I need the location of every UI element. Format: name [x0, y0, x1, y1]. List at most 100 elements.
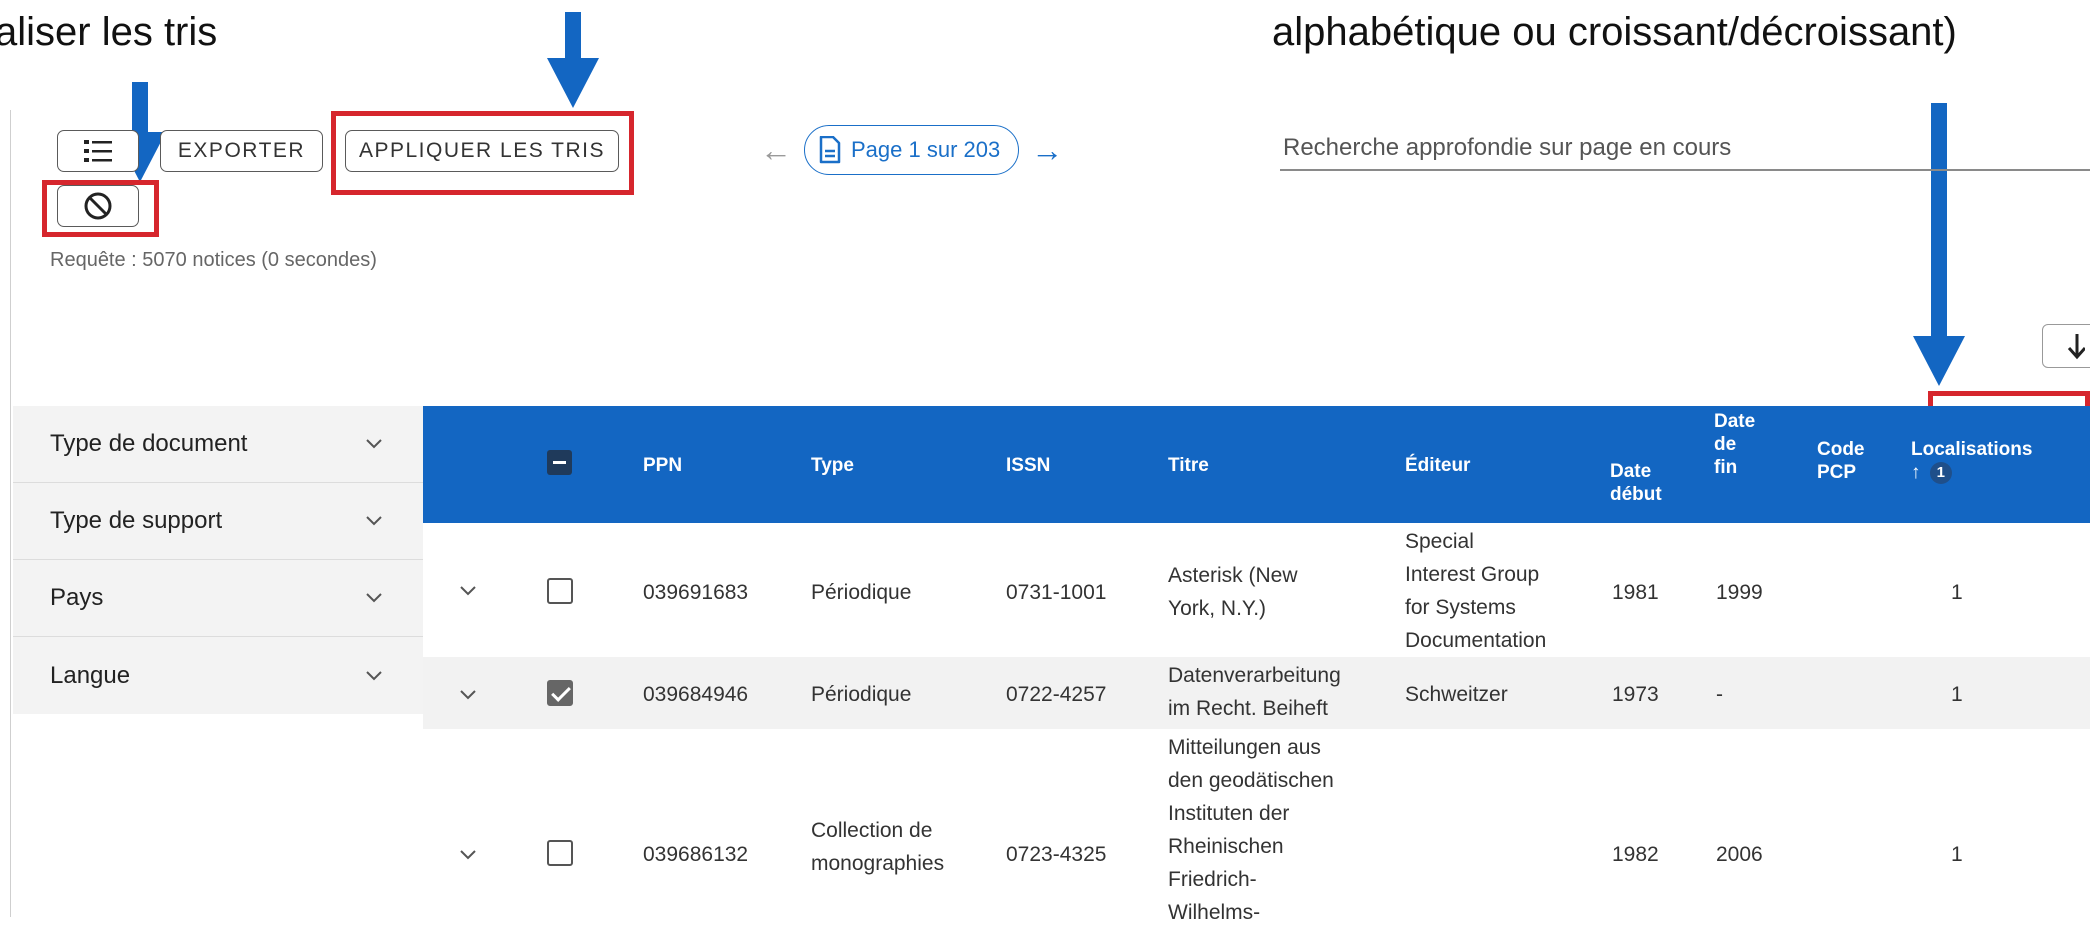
cell-type: Périodique	[811, 581, 912, 604]
cell-editeur: Schweitzer	[1405, 683, 1508, 706]
filter-label: Type de support	[50, 507, 223, 534]
list-icon	[84, 140, 112, 162]
col-header-line: PCP	[1817, 462, 1857, 483]
table-row[interactable]: 039691683 Périodique 0731-1001 Asterisk …	[423, 523, 2090, 657]
col-header-code-pcp[interactable]: Code PCP	[1817, 438, 1865, 484]
col-header-line: Date	[1610, 461, 1652, 482]
filter-label: Type de document	[50, 430, 248, 457]
next-page-button[interactable]: →	[1031, 134, 1063, 166]
cell-date-debut: 1982	[1612, 843, 1659, 866]
cell-issn: 0722-4257	[1006, 683, 1107, 706]
cell-ppn: 039686132	[643, 843, 749, 866]
filter-pays[interactable]: Pays	[13, 560, 423, 637]
query-info: Requête : 5070 notices (0 secondes)	[50, 249, 377, 271]
expand-row-chevron-icon[interactable]	[459, 689, 477, 701]
filters-sidebar: Type de document Type de support Pays La…	[13, 406, 423, 714]
export-button[interactable]: EXPORTER	[160, 130, 323, 172]
cell-editeur: Special Interest Group for Systems Docum…	[1405, 525, 1546, 657]
col-header-ppn[interactable]: PPN	[643, 454, 682, 477]
cell-line: den geodätischen	[1168, 769, 1334, 792]
col-header-issn[interactable]: ISSN	[1006, 454, 1050, 477]
cell-date-debut: 1981	[1612, 581, 1659, 604]
document-icon	[819, 136, 841, 164]
cell-ppn: 039684946	[643, 683, 749, 706]
filter-label: Langue	[50, 661, 131, 689]
sort-order-badge: 1	[1929, 461, 1952, 484]
select-all-checkbox[interactable]	[547, 450, 572, 475]
cell-line: Mitteilungen aus	[1168, 736, 1321, 759]
page-label: Page 1 sur 203	[851, 137, 1001, 162]
caption-left: aliser les tris	[0, 10, 218, 54]
sort-arrow-up-icon: ↑	[1911, 462, 1921, 483]
cell-ppn: 039691683	[643, 581, 749, 604]
pagination: ← Page 1 sur 203 →	[760, 125, 1063, 175]
cell-line: for Systems	[1405, 596, 1516, 619]
cell-titre: Asterisk (New York, N.Y.)	[1168, 559, 1298, 625]
filter-type-support[interactable]: Type de support	[13, 483, 423, 560]
cell-titre: Mitteilungen aus den geodätischen Instit…	[1168, 731, 1334, 929]
chevron-down-icon	[366, 439, 382, 449]
arrow-down-icon	[2067, 334, 2085, 360]
cell-localisations: 1	[1951, 683, 1963, 706]
annotation-arrow-apply-sort	[547, 12, 599, 108]
cell-line: Rheinischen	[1168, 835, 1284, 858]
expand-row-chevron-icon[interactable]	[459, 849, 477, 861]
view-list-button[interactable]	[57, 130, 139, 172]
row-checkbox[interactable]	[547, 578, 573, 604]
cell-line: monographies	[811, 852, 945, 875]
prev-page-button[interactable]: ←	[760, 134, 792, 166]
search-input[interactable]: Recherche approfondie sur page en cours	[1283, 134, 1731, 162]
cell-line: York, N.Y.)	[1168, 597, 1267, 620]
cell-localisations: 1	[1951, 581, 1963, 604]
cell-type: Collection de monographies	[811, 814, 944, 880]
cell-issn: 0723-4325	[1006, 843, 1107, 866]
cell-line: Documentation	[1405, 629, 1547, 652]
page-left-border	[10, 110, 11, 917]
col-header-line: fin	[1714, 457, 1738, 478]
highlight-apply-sort	[331, 111, 634, 195]
row-checkbox[interactable]	[547, 680, 573, 706]
filter-type-document[interactable]: Type de document	[13, 406, 423, 483]
table-row[interactable]: 039686132 Collection de monographies 072…	[423, 729, 2090, 924]
row-checkbox[interactable]	[547, 840, 573, 866]
col-header-localisations[interactable]: Localisations ↑ 1	[1911, 438, 2032, 484]
highlight-reset	[42, 180, 159, 237]
col-header-line: Date	[1714, 411, 1756, 432]
cell-line: Interest Group	[1405, 563, 1540, 586]
col-header-line: Localisations	[1911, 439, 2033, 460]
sort-indicator: ↑ 1	[1911, 461, 2032, 484]
search-underline	[1280, 169, 2090, 171]
col-header-date-fin[interactable]: Date de fin	[1714, 410, 1755, 479]
cell-issn: 0731-1001	[1006, 581, 1107, 604]
cell-localisations: 1	[1951, 843, 1963, 866]
chevron-down-icon	[366, 516, 382, 526]
cell-line: Asterisk (New	[1168, 564, 1298, 587]
filter-langue[interactable]: Langue	[13, 637, 423, 714]
page-indicator[interactable]: Page 1 sur 203	[804, 125, 1020, 175]
annotation-arrow-localisations	[1913, 103, 1965, 386]
table-row[interactable]: 039684946 Périodique 0722-4257 Datenvera…	[423, 657, 2090, 729]
cell-line: Friedrich-	[1168, 868, 1257, 891]
cell-line: Instituten der	[1168, 802, 1290, 825]
cell-type: Périodique	[811, 683, 912, 706]
filter-label: Pays	[50, 584, 104, 611]
col-header-type[interactable]: Type	[811, 454, 854, 477]
col-header-date-debut[interactable]: Date début	[1610, 460, 1662, 506]
cell-date-fin: 2006	[1716, 843, 1763, 866]
cell-line: Collection de	[811, 819, 933, 842]
cell-titre: Datenverarbeitung im Recht. Beiheft	[1168, 659, 1341, 725]
chevron-down-icon	[366, 593, 382, 603]
col-header-line: de	[1714, 434, 1737, 455]
expand-row-chevron-icon[interactable]	[459, 585, 477, 597]
cell-date-fin: -	[1716, 683, 1723, 706]
cell-line: Wilhelms-	[1168, 901, 1261, 924]
cell-line: Datenverarbeitung	[1168, 664, 1341, 687]
cell-date-fin: 1999	[1716, 581, 1763, 604]
col-header-line: Code	[1817, 439, 1865, 460]
cell-date-debut: 1973	[1612, 683, 1659, 706]
col-header-titre[interactable]: Titre	[1168, 454, 1209, 477]
sort-direction-button[interactable]	[2042, 324, 2090, 368]
cell-line: im Recht. Beiheft	[1168, 697, 1328, 720]
caption-right: alphabétique ou croissant/décroissant)	[1272, 10, 1957, 54]
col-header-editeur[interactable]: Éditeur	[1405, 454, 1470, 477]
